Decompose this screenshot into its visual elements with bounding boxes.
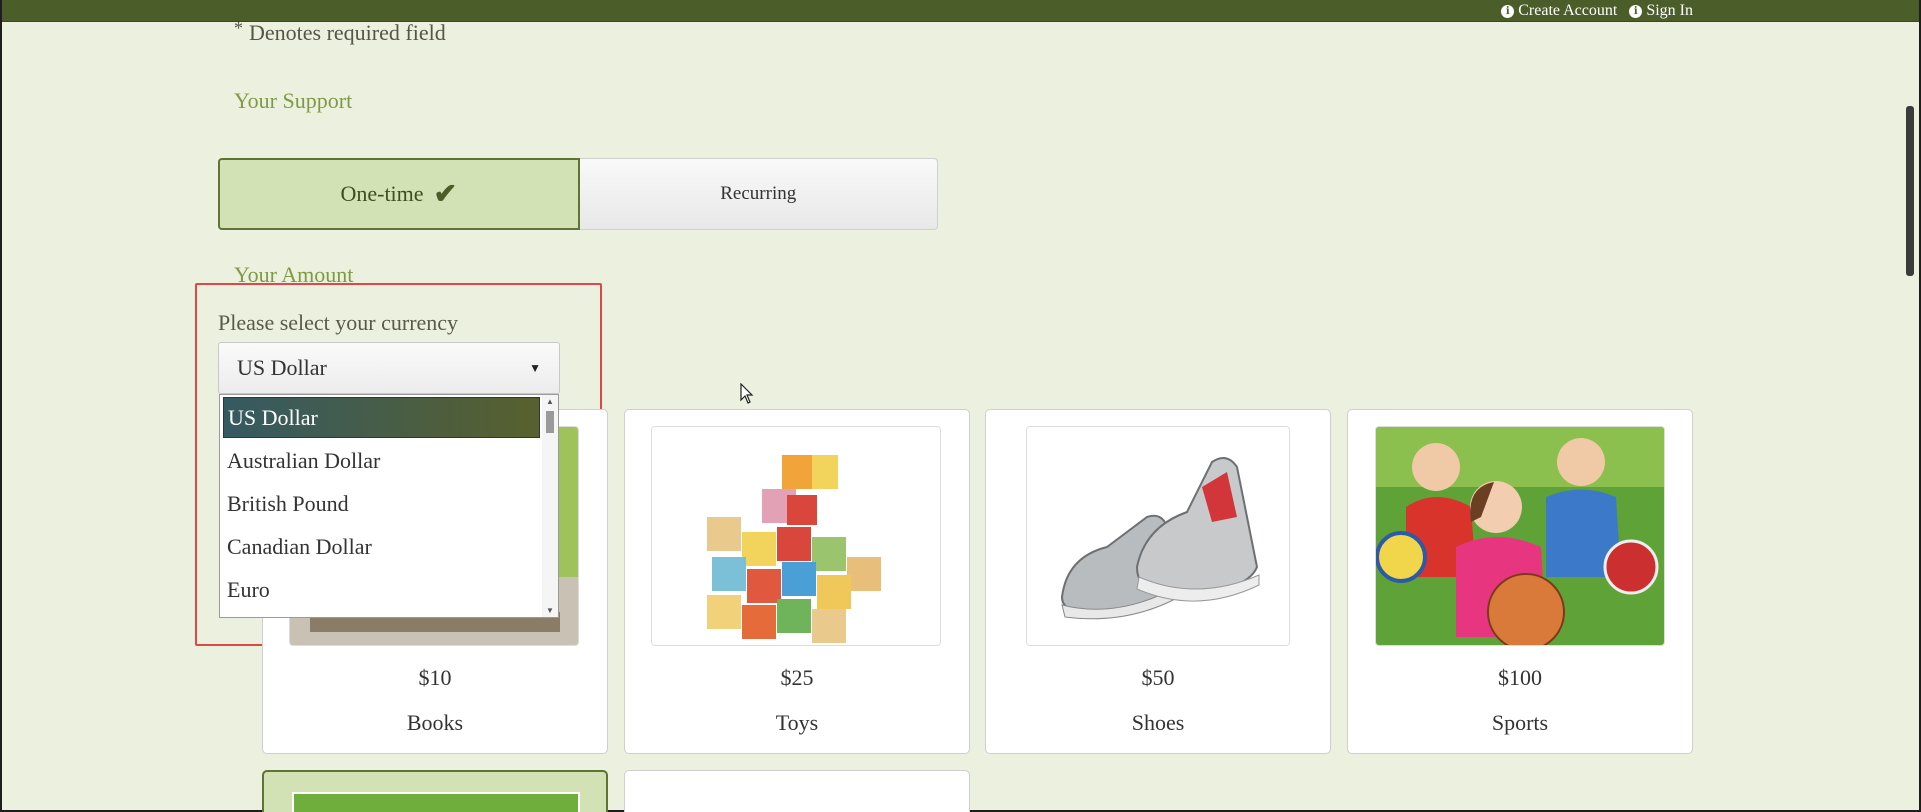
support-type-toggle: One-time ✔ Recurring [218, 158, 938, 230]
dropdown-caret-icon: ▼ [529, 360, 541, 375]
scroll-down-arrow-icon[interactable]: ▼ [546, 606, 554, 615]
checkmark-icon: ✔ [433, 179, 458, 210]
currency-option-australian-dollar[interactable]: Australian Dollar [223, 440, 540, 481]
toy-blocks-image [651, 426, 941, 646]
page-scrollbar-thumb[interactable] [1906, 106, 1914, 276]
required-note-text: Denotes required field [249, 20, 446, 45]
info-icon: i [1501, 4, 1515, 18]
card-amount: $25 [780, 665, 814, 690]
amount-card-row2-2[interactable] [624, 770, 970, 812]
page-scrollbar[interactable] [1903, 22, 1917, 810]
required-asterisk: * [234, 18, 243, 38]
currency-option-euro[interactable]: Euro [223, 569, 540, 610]
sign-in-link[interactable]: i Sign In [1629, 2, 1693, 20]
create-account-link[interactable]: i Create Account [1501, 2, 1617, 20]
currency-select[interactable]: US Dollar ▼ [218, 342, 560, 394]
card-amount: $10 [418, 665, 452, 690]
currency-selected-value: US Dollar [237, 355, 327, 380]
card-amount: $100 [1498, 665, 1542, 690]
your-amount-heading: Your Amount [234, 262, 354, 287]
card-category: Sports [1491, 710, 1549, 735]
sign-in-label: Sign In [1646, 2, 1693, 19]
amount-card-sports[interactable]: $100 Sports [1347, 409, 1693, 754]
info-icon: i [1629, 4, 1643, 18]
card-category: Shoes [1131, 710, 1185, 735]
card-category: Books [406, 710, 464, 735]
currency-label: Please select your currency [218, 310, 459, 335]
required-field-note: * Denotes required field [234, 18, 446, 46]
kids-sports-image [1375, 426, 1665, 646]
amount-card-row2-1[interactable] [262, 770, 608, 812]
recurring-button[interactable]: Recurring [579, 158, 938, 230]
create-account-label: Create Account [1518, 2, 1618, 19]
scroll-up-arrow-icon[interactable]: ▲ [546, 397, 554, 406]
currency-option-canadian-dollar[interactable]: Canadian Dollar [223, 526, 540, 567]
currency-list-scroll-thumb[interactable] [546, 411, 554, 433]
your-support-heading: Your Support [234, 88, 353, 113]
currency-option-us-dollar[interactable]: US Dollar [223, 397, 540, 438]
recurring-label: Recurring [720, 183, 797, 204]
one-time-button[interactable]: One-time ✔ [218, 158, 580, 230]
mouse-cursor-icon [740, 383, 754, 404]
card-image-partial [292, 792, 580, 812]
currency-list-scrollbar[interactable]: ▲ ▼ [542, 395, 558, 617]
currency-dropdown-list: US Dollar Australian Dollar British Poun… [219, 394, 559, 618]
amount-card-shoes[interactable]: $50 Shoes [985, 409, 1331, 754]
account-links: i Create Account i Sign In [1501, 2, 1693, 20]
card-category: Toys [775, 710, 819, 735]
amount-card-toys[interactable]: $25 Toys [624, 409, 970, 754]
top-bar: i Create Account i Sign In [2, 0, 1919, 22]
one-time-label: One-time [340, 181, 424, 206]
currency-option-british-pound[interactable]: British Pound [223, 483, 540, 524]
card-amount: $50 [1141, 665, 1175, 690]
sneakers-image [1026, 426, 1290, 646]
